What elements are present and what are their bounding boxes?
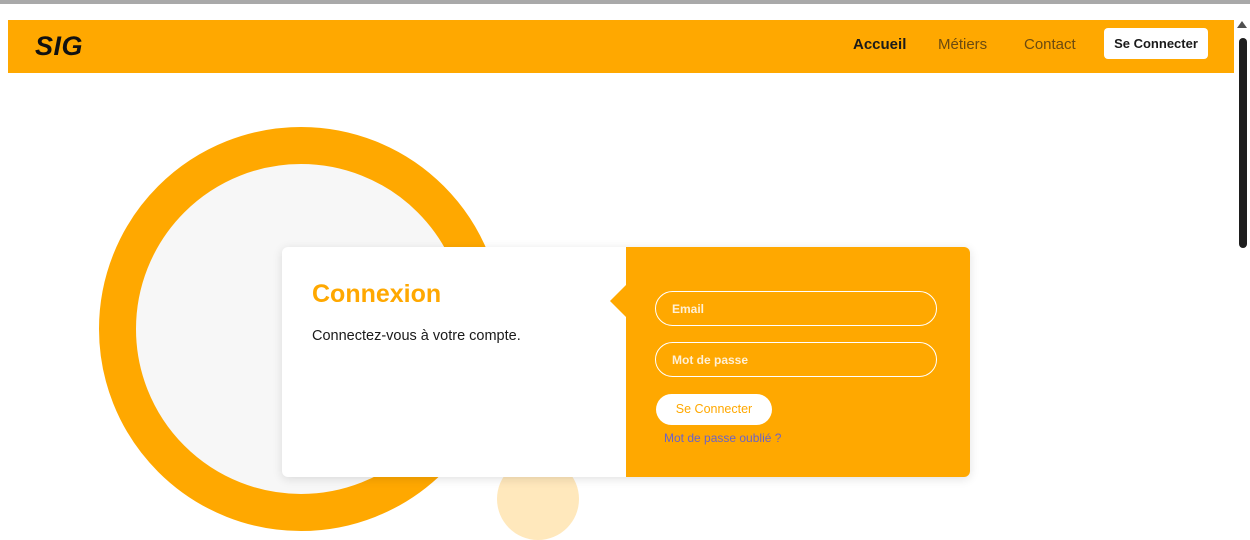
nav-link-accueil[interactable]: Accueil (853, 36, 906, 53)
email-input[interactable] (656, 292, 936, 325)
password-input[interactable] (656, 343, 936, 376)
forgot-password-link[interactable]: Mot de passe oublié ? (664, 431, 781, 445)
email-field[interactable] (655, 291, 937, 326)
login-card-intro: Connexion Connectez-vous à votre compte. (282, 247, 626, 477)
scroll-up-arrow-icon[interactable] (1237, 21, 1247, 28)
login-subtitle: Connectez-vous à votre compte. (312, 328, 521, 344)
login-form-panel: Se Connecter Mot de passe oublié ? (610, 247, 970, 477)
scrollbar[interactable] (1234, 8, 1250, 503)
login-title: Connexion (312, 280, 442, 308)
scrollbar-thumb[interactable] (1239, 38, 1247, 248)
logo[interactable]: SIG (35, 31, 83, 62)
panel-notch (610, 285, 626, 317)
browser-top-strip (0, 0, 1250, 8)
nav-link-contact[interactable]: Contact (1024, 36, 1076, 53)
navbar: SIG Accueil Métiers Contact Se Connecter (8, 20, 1234, 73)
submit-login-button[interactable]: Se Connecter (656, 394, 772, 425)
login-card: Connexion Connectez-vous à votre compte.… (282, 247, 970, 477)
nav-login-button[interactable]: Se Connecter (1104, 28, 1208, 59)
password-field[interactable] (655, 342, 937, 377)
nav-link-metiers[interactable]: Métiers (938, 36, 987, 53)
